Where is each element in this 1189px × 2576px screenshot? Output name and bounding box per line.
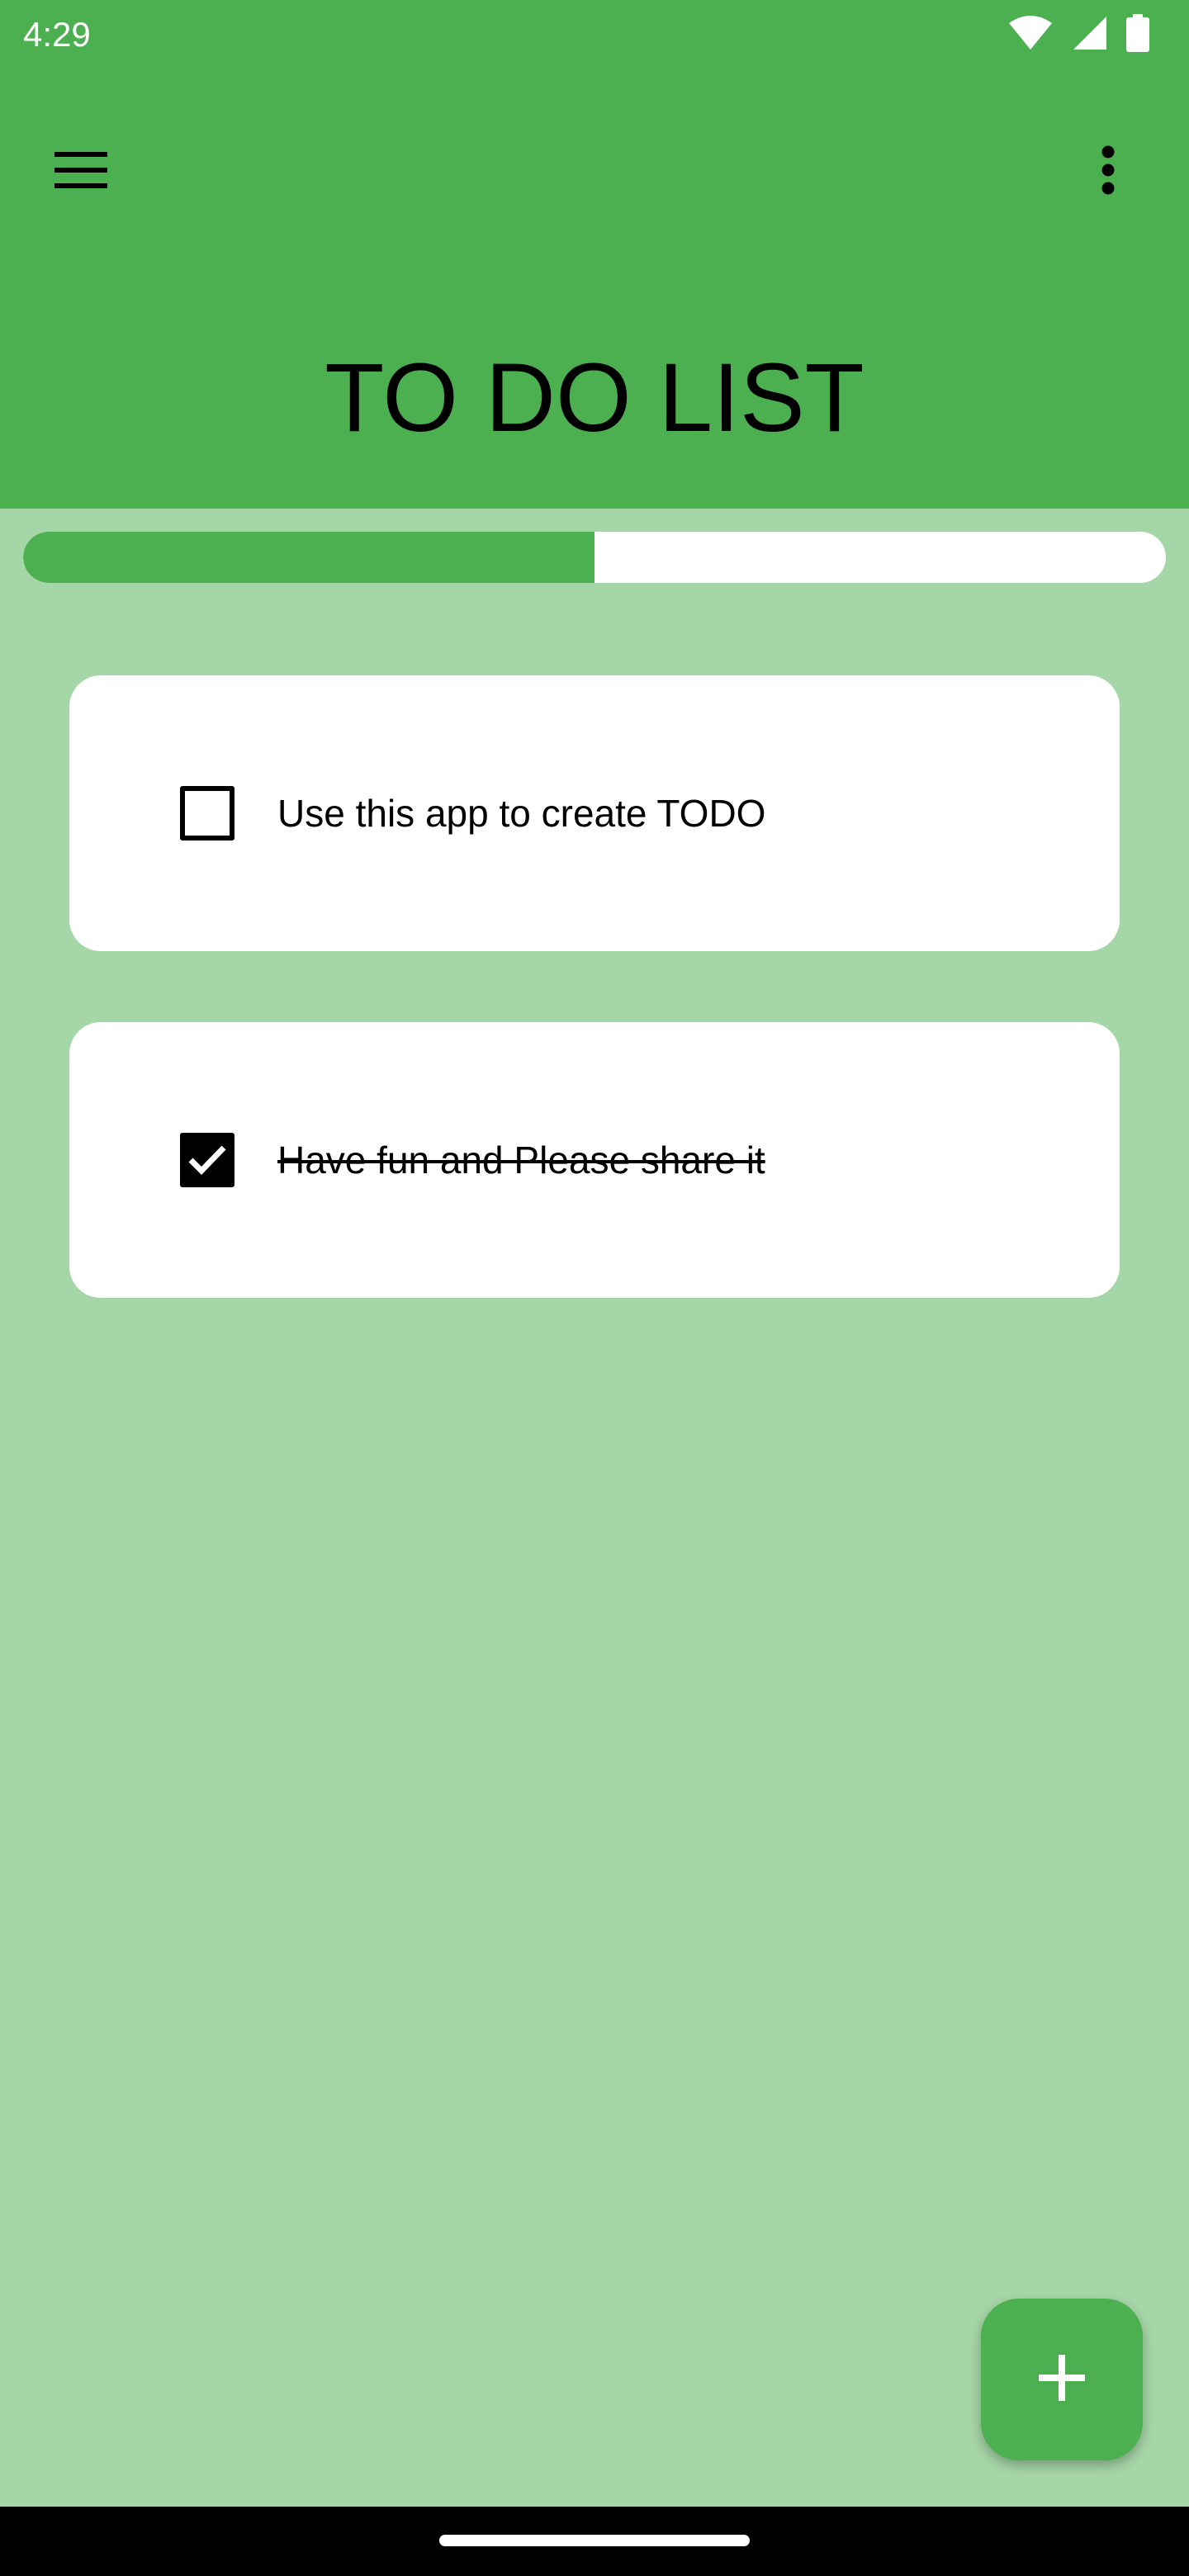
add-todo-button[interactable] <box>981 2299 1143 2460</box>
todo-text: Use this app to create TODO <box>277 792 766 835</box>
todo-checkbox[interactable] <box>180 786 234 841</box>
todo-card[interactable]: Have fun and Please share it <box>69 1022 1120 1298</box>
wifi-icon <box>1007 15 1054 55</box>
battery-icon <box>1126 13 1149 56</box>
system-navigation-bar <box>0 2507 1189 2576</box>
page-title: TO DO LIST <box>324 343 865 452</box>
status-icons <box>1007 13 1149 56</box>
home-gesture-handle[interactable] <box>439 2535 750 2546</box>
todo-checkbox[interactable] <box>180 1133 234 1187</box>
more-vert-icon <box>1101 145 1115 199</box>
todo-card[interactable]: Use this app to create TODO <box>69 675 1120 951</box>
plus-icon <box>1039 2354 1085 2405</box>
menu-button[interactable] <box>33 124 129 220</box>
overflow-menu-button[interactable] <box>1060 124 1156 220</box>
app-header: 4:29 TO DO LIST <box>0 0 1189 509</box>
progress-bar-fill <box>23 532 594 583</box>
status-time: 4:29 <box>23 15 91 54</box>
cellular-signal-icon <box>1072 15 1108 55</box>
progress-bar <box>23 532 1166 583</box>
todo-text: Have fun and Please share it <box>277 1139 765 1181</box>
hamburger-menu-icon <box>54 151 107 192</box>
